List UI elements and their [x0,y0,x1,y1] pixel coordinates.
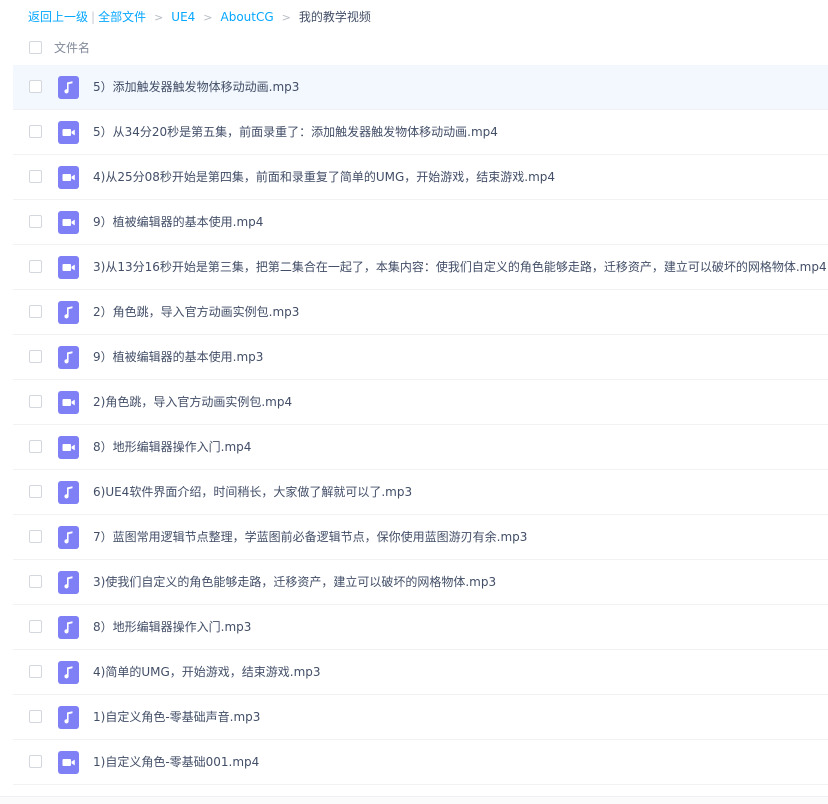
audio-file-icon [58,661,79,684]
breadcrumb-divider: | [91,10,96,24]
audio-file-icon [58,481,79,504]
row-checkbox[interactable] [29,350,42,363]
file-row[interactable]: 9）植被编辑器的基本使用.mp3 [13,335,828,380]
file-row[interactable]: 5）添加触发器触发物体移动动画.mp3 [13,65,828,110]
row-checkbox[interactable] [29,575,42,588]
file-name-link[interactable]: 6)UE4软件界面介绍，时间稍长，大家做了解就可以了.mp3 [93,484,412,500]
file-list-header: 文件名 [0,34,828,62]
file-row[interactable]: 6)UE4软件界面介绍，时间稍长，大家做了解就可以了.mp3 [13,470,828,515]
file-row[interactable]: 8）地形编辑器操作入门.mp3 [13,605,828,650]
audio-file-icon [58,526,79,549]
row-checkbox[interactable] [29,170,42,183]
row-checkbox[interactable] [29,485,42,498]
file-name-link[interactable]: 9）植被编辑器的基本使用.mp4 [93,214,263,230]
file-name-link[interactable]: 5）从34分20秒是第五集，前面录重了：添加触发器触发物体移动动画.mp4 [93,124,498,140]
file-name-link[interactable]: 8）地形编辑器操作入门.mp4 [93,439,251,455]
video-file-icon [58,121,79,144]
row-checkbox[interactable] [29,665,42,678]
file-name-link[interactable]: 2）角色跳，导入官方动画实例包.mp3 [93,304,299,320]
file-row[interactable]: 8）地形编辑器操作入门.mp4 [13,425,828,470]
file-name-link[interactable]: 7）蓝图常用逻辑节点整理，学蓝图前必备逻辑节点，保你使用蓝图游刃有余.mp3 [93,529,527,545]
row-checkbox[interactable] [29,215,42,228]
row-checkbox[interactable] [29,530,42,543]
row-checkbox[interactable] [29,305,42,318]
file-name-link[interactable]: 4)从25分08秒开始是第四集，前面和录重复了简单的UMG，开始游戏，结束游戏.… [93,169,555,185]
file-row[interactable]: 5）从34分20秒是第五集，前面录重了：添加触发器触发物体移动动画.mp4 [13,110,828,155]
breadcrumb: 返回上一级 | 全部文件 > UE4 > AboutCG > 我的教学视频 [28,8,371,26]
file-row[interactable]: 4)从25分08秒开始是第四集，前面和录重复了简单的UMG，开始游戏，结束游戏.… [13,155,828,200]
row-checkbox[interactable] [29,710,42,723]
file-name-link[interactable]: 3)使我们自定义的角色能够走路，迁移资产，建立可以破坏的网格物体.mp3 [93,574,496,590]
video-file-icon [58,211,79,234]
breadcrumb-separator: > [281,11,291,24]
audio-file-icon [58,76,79,99]
breadcrumb-link-ue4[interactable]: UE4 [171,10,195,24]
row-checkbox[interactable] [29,80,42,93]
breadcrumb-separator: > [203,11,213,24]
file-name-link[interactable]: 4)简单的UMG，开始游戏，结束游戏.mp3 [93,664,321,680]
row-checkbox[interactable] [29,125,42,138]
file-name-link[interactable]: 5）添加触发器触发物体移动动画.mp3 [93,79,299,95]
audio-file-icon [58,571,79,594]
breadcrumb-separator: > [154,11,164,24]
audio-file-icon [58,301,79,324]
row-checkbox[interactable] [29,260,42,273]
video-file-icon [58,166,79,189]
column-header-filename[interactable]: 文件名 [54,40,90,56]
file-name-link[interactable]: 3)从13分16秒开始是第三集，把第二集合在一起了，本集内容：使我们自定义的角色… [93,259,827,275]
file-row[interactable]: 9）植被编辑器的基本使用.mp4 [13,200,828,245]
file-name-link[interactable]: 8）地形编辑器操作入门.mp3 [93,619,251,635]
breadcrumb-current: 我的教学视频 [298,10,371,24]
file-row[interactable]: 4)简单的UMG，开始游戏，结束游戏.mp3 [13,650,828,695]
file-row[interactable]: 1)自定义角色-零基础声音.mp3 [13,695,828,740]
file-name-link[interactable]: 9）植被编辑器的基本使用.mp3 [93,349,263,365]
breadcrumb-link-all-files[interactable]: 全部文件 [98,10,146,24]
video-file-icon [58,391,79,414]
file-name-link[interactable]: 1)自定义角色-零基础声音.mp3 [93,709,260,725]
audio-file-icon [58,616,79,639]
file-row[interactable]: 2）角色跳，导入官方动画实例包.mp3 [13,290,828,335]
file-row[interactable]: 2)角色跳，导入官方动画实例包.mp4 [13,380,828,425]
file-row[interactable]: 3)使我们自定义的角色能够走路，迁移资产，建立可以破坏的网格物体.mp3 [13,560,828,605]
breadcrumb-link-aboutcg[interactable]: AboutCG [221,10,274,24]
row-checkbox[interactable] [29,620,42,633]
file-list: 5）添加触发器触发物体移动动画.mp3 5）从34分20秒是第五集，前面录重了：添… [13,65,828,785]
video-file-icon [58,751,79,774]
video-file-icon [58,436,79,459]
file-row[interactable]: 7）蓝图常用逻辑节点整理，学蓝图前必备逻辑节点，保你使用蓝图游刃有余.mp3 [13,515,828,560]
file-row[interactable]: 1)自定义角色-零基础001.mp4 [13,740,828,785]
audio-file-icon [58,706,79,729]
video-file-icon [58,256,79,279]
row-checkbox[interactable] [29,395,42,408]
file-name-link[interactable]: 2)角色跳，导入官方动画实例包.mp4 [93,394,292,410]
row-checkbox[interactable] [29,440,42,453]
audio-file-icon [58,346,79,369]
back-link[interactable]: 返回上一级 [28,10,88,24]
file-name-link[interactable]: 1)自定义角色-零基础001.mp4 [93,754,259,770]
row-checkbox[interactable] [29,755,42,768]
file-row[interactable]: 3)从13分16秒开始是第三集，把第二集合在一起了，本集内容：使我们自定义的角色… [13,245,828,290]
select-all-checkbox[interactable] [29,41,42,54]
